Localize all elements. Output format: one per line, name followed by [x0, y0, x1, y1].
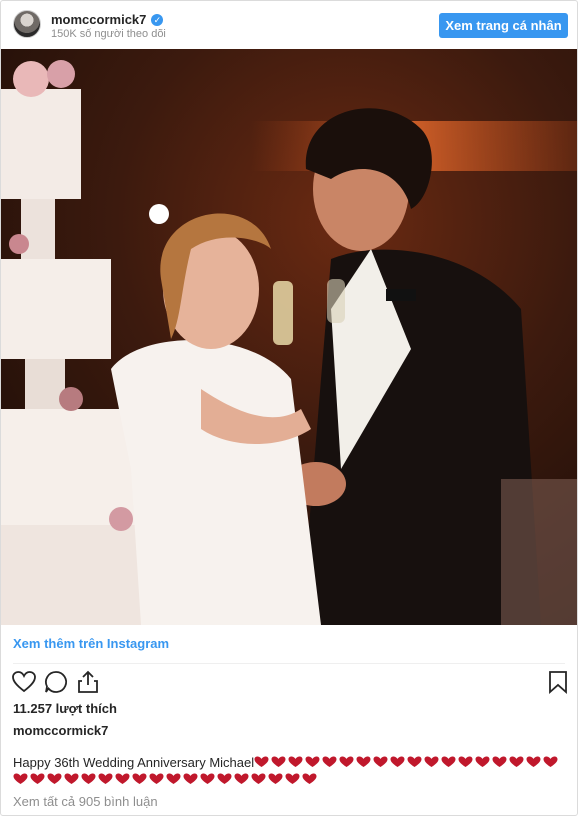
post-header: momccormick7 ✓ 150K số người theo dõi Xe…: [1, 1, 577, 49]
divider: [13, 663, 565, 664]
heart-emoji-icon: [149, 773, 164, 784]
heart-emoji-icon: [302, 773, 317, 784]
view-more-on-instagram-link[interactable]: Xem thêm trên Instagram: [13, 636, 169, 651]
heart-emoji-icon: [271, 756, 286, 767]
heart-emoji-icon: [424, 756, 439, 767]
view-all-comments-link[interactable]: Xem tất cả 905 bình luận: [13, 794, 158, 809]
heart-emoji-icon: [98, 773, 113, 784]
follower-count: 150K số người theo dõi: [51, 28, 166, 40]
heart-emoji-icon: [268, 773, 283, 784]
verified-badge-icon: ✓: [151, 13, 164, 26]
heart-emoji-icon: [81, 773, 96, 784]
heart-emoji-icon: [322, 756, 337, 767]
heart-emoji-icon: [47, 773, 62, 784]
heart-emoji-icon: [13, 773, 28, 784]
heart-emoji-icon: [543, 756, 558, 767]
view-profile-button[interactable]: Xem trang cá nhân: [439, 13, 568, 38]
heart-emoji-icon: [115, 773, 130, 784]
heart-emoji-icon: [285, 773, 300, 784]
username-row: momccormick7 ✓: [51, 12, 164, 27]
heart-emoji-icon: [254, 756, 269, 767]
heart-emoji-icon: [339, 756, 354, 767]
like-count[interactable]: 11.257 lượt thích: [13, 701, 117, 716]
instagram-embed-card: momccormick7 ✓ 150K số người theo dõi Xe…: [0, 0, 578, 816]
heart-emoji-icon: [475, 756, 490, 767]
heart-emoji-icon: [30, 773, 45, 784]
heart-emoji-icon: [373, 756, 388, 767]
avatar[interactable]: [13, 10, 41, 38]
heart-emoji-icon: [217, 773, 232, 784]
wedding-photo-image: [1, 49, 577, 625]
heart-emoji-icon: [509, 756, 524, 767]
heart-emoji-icon: [407, 756, 422, 767]
bookmark-icon[interactable]: [545, 669, 571, 695]
action-bar: [1, 669, 577, 699]
heart-emoji-icon: [166, 773, 181, 784]
heart-emoji-icon: [305, 756, 320, 767]
share-icon[interactable]: [75, 669, 101, 695]
heart-emoji-icon: [288, 756, 303, 767]
heart-emoji-icon: [458, 756, 473, 767]
heart-emoji-icon: [200, 773, 215, 784]
caption-text: Happy 36th Wedding Anniversary Michael: [13, 755, 255, 770]
comment-icon[interactable]: [43, 669, 69, 695]
heart-emoji-icon: [441, 756, 456, 767]
heart-emoji-icon: [234, 773, 249, 784]
heart-emoji-icon: [132, 773, 147, 784]
heart-emoji-icon: [526, 756, 541, 767]
username[interactable]: momccormick7: [51, 12, 146, 27]
heart-emoji-icon: [251, 773, 266, 784]
post-photo[interactable]: [1, 49, 577, 625]
post-caption: Happy 36th Wedding Anniversary Michael: [13, 754, 565, 788]
heart-emoji-icon: [390, 756, 405, 767]
caption-author[interactable]: momccormick7: [13, 723, 108, 738]
heart-emoji-icon: [492, 756, 507, 767]
heart-emoji-icon: [183, 773, 198, 784]
heart-outline-icon[interactable]: [11, 669, 37, 695]
heart-emoji-icon: [356, 756, 371, 767]
heart-emoji-icon: [64, 773, 79, 784]
